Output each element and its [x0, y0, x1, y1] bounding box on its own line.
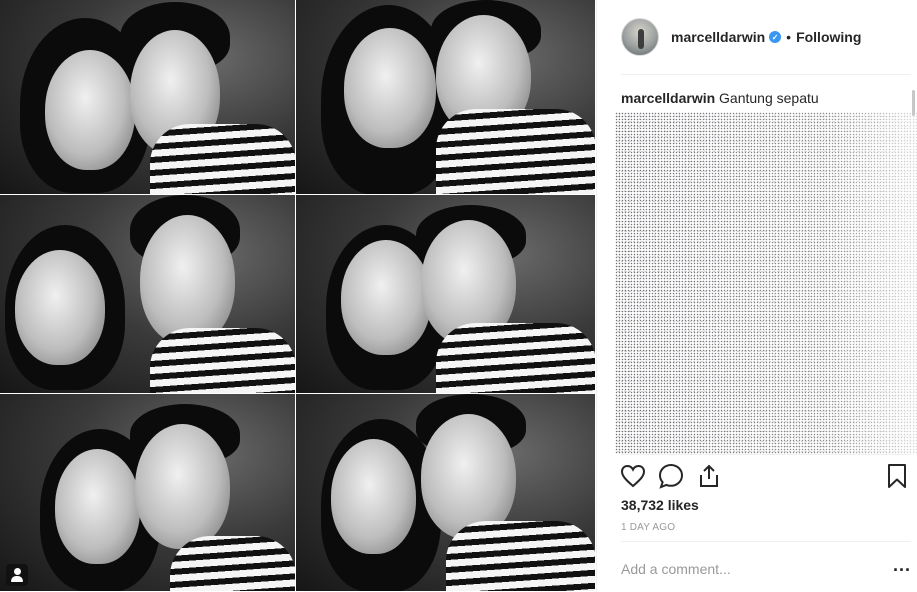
post-caption: marcelldarwin Gantung sepatu	[621, 90, 819, 106]
username-link[interactable]: marcelldarwin	[671, 29, 765, 45]
divider	[621, 454, 911, 455]
photo-strip-grid	[0, 0, 596, 592]
scrollbar[interactable]	[912, 90, 915, 116]
likes-count[interactable]: 38,732 likes	[621, 497, 699, 513]
photo-frame	[0, 195, 296, 394]
bookmark-icon[interactable]	[883, 462, 911, 490]
heart-icon[interactable]	[619, 462, 647, 490]
timestamp[interactable]: 1 DAY AGO	[621, 522, 675, 533]
following-button[interactable]: Following	[796, 29, 861, 45]
divider	[621, 541, 911, 542]
photo-frame	[0, 0, 296, 195]
comment-icon[interactable]	[657, 462, 685, 490]
photo-frame	[0, 394, 296, 592]
photo-frame	[296, 195, 596, 394]
share-icon[interactable]	[695, 462, 723, 490]
more-options-button[interactable]: ...	[893, 556, 911, 574]
caption-username-link[interactable]: marcelldarwin	[621, 90, 715, 106]
post-header: marcelldarwin ✓ • Following	[597, 0, 917, 74]
user-tag-icon[interactable]	[6, 564, 28, 586]
comment-input[interactable]	[621, 556, 871, 582]
avatar[interactable]	[621, 18, 659, 56]
action-bar	[619, 462, 911, 490]
photo-frame	[296, 394, 596, 592]
post-photo[interactable]	[0, 0, 596, 592]
verified-badge-icon: ✓	[769, 31, 782, 43]
caption-text: Gantung sepatu	[719, 90, 819, 106]
divider	[621, 74, 911, 75]
post-sidebar: marcelldarwin ✓ • Following marcelldarwi…	[596, 0, 917, 592]
comment-composer: ...	[621, 556, 911, 584]
separator-dot: •	[786, 29, 792, 45]
photo-frame	[296, 0, 596, 195]
comments-area[interactable]	[615, 112, 917, 454]
